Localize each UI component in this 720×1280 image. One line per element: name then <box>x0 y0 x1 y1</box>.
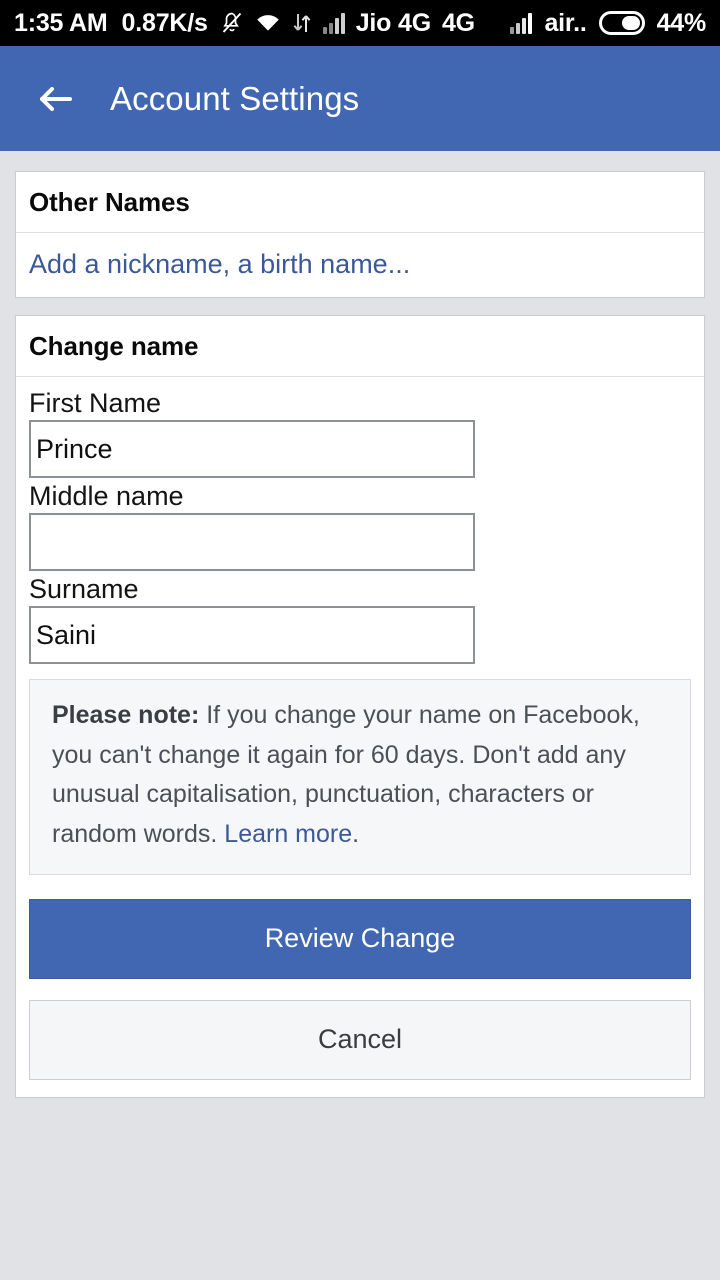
change-name-header: Change name <box>16 316 704 377</box>
app-bar: Account Settings <box>0 46 720 151</box>
signal-bars-icon-2 <box>510 12 533 34</box>
please-note-suffix: . <box>352 819 360 848</box>
data-transfer-icon <box>292 12 312 34</box>
please-note-box: Please note: If you change your name on … <box>29 679 691 876</box>
add-other-name-link[interactable]: Add a nickname, a birth name... <box>16 233 704 297</box>
other-names-header: Other Names <box>16 172 704 233</box>
learn-more-link[interactable]: Learn more <box>224 820 352 848</box>
review-change-button[interactable]: Review Change <box>29 899 691 980</box>
network-type-label: 4G <box>441 8 475 37</box>
other-names-card: Other Names Add a nickname, a birth name… <box>15 171 705 298</box>
battery-percent: 44% <box>656 8 707 37</box>
battery-icon <box>598 11 645 35</box>
signal-bars-icon-1 <box>322 12 345 34</box>
carrier-name-2: air.. <box>544 8 587 37</box>
cancel-button[interactable]: Cancel <box>29 1000 691 1081</box>
middle-name-input[interactable] <box>29 513 475 572</box>
middle-name-label: Middle name <box>29 481 184 512</box>
surname-input[interactable] <box>29 606 475 665</box>
status-bar: 1:35 AM 0.87K/s Jio 4G 4G air.. 44% <box>0 0 720 46</box>
status-bar-left: 1:35 AM 0.87K/s <box>14 9 208 38</box>
status-bar-right: air.. 44% <box>510 9 706 38</box>
action-buttons: Review Change Cancel <box>16 875 704 1097</box>
status-time: 1:35 AM <box>14 8 108 37</box>
back-arrow-icon[interactable] <box>30 73 82 125</box>
status-network-speed: 0.87K/s <box>121 8 208 37</box>
page-title: Account Settings <box>110 79 360 117</box>
change-name-card: Change name First Name Middle name Surna… <box>15 315 705 1099</box>
wifi-icon <box>255 12 281 34</box>
content-area: Other Names Add a nickname, a birth name… <box>0 151 720 1099</box>
carrier-name-1: Jio 4G <box>355 8 431 37</box>
first-name-label: First Name <box>29 388 162 418</box>
name-form: First Name Middle name Surname <box>16 377 704 665</box>
please-note-prefix: Please note: <box>52 701 200 730</box>
surname-label: Surname <box>29 574 139 605</box>
bell-muted-icon <box>220 11 244 35</box>
first-name-input[interactable] <box>29 420 475 479</box>
status-bar-icons: Jio 4G 4G <box>220 9 511 38</box>
